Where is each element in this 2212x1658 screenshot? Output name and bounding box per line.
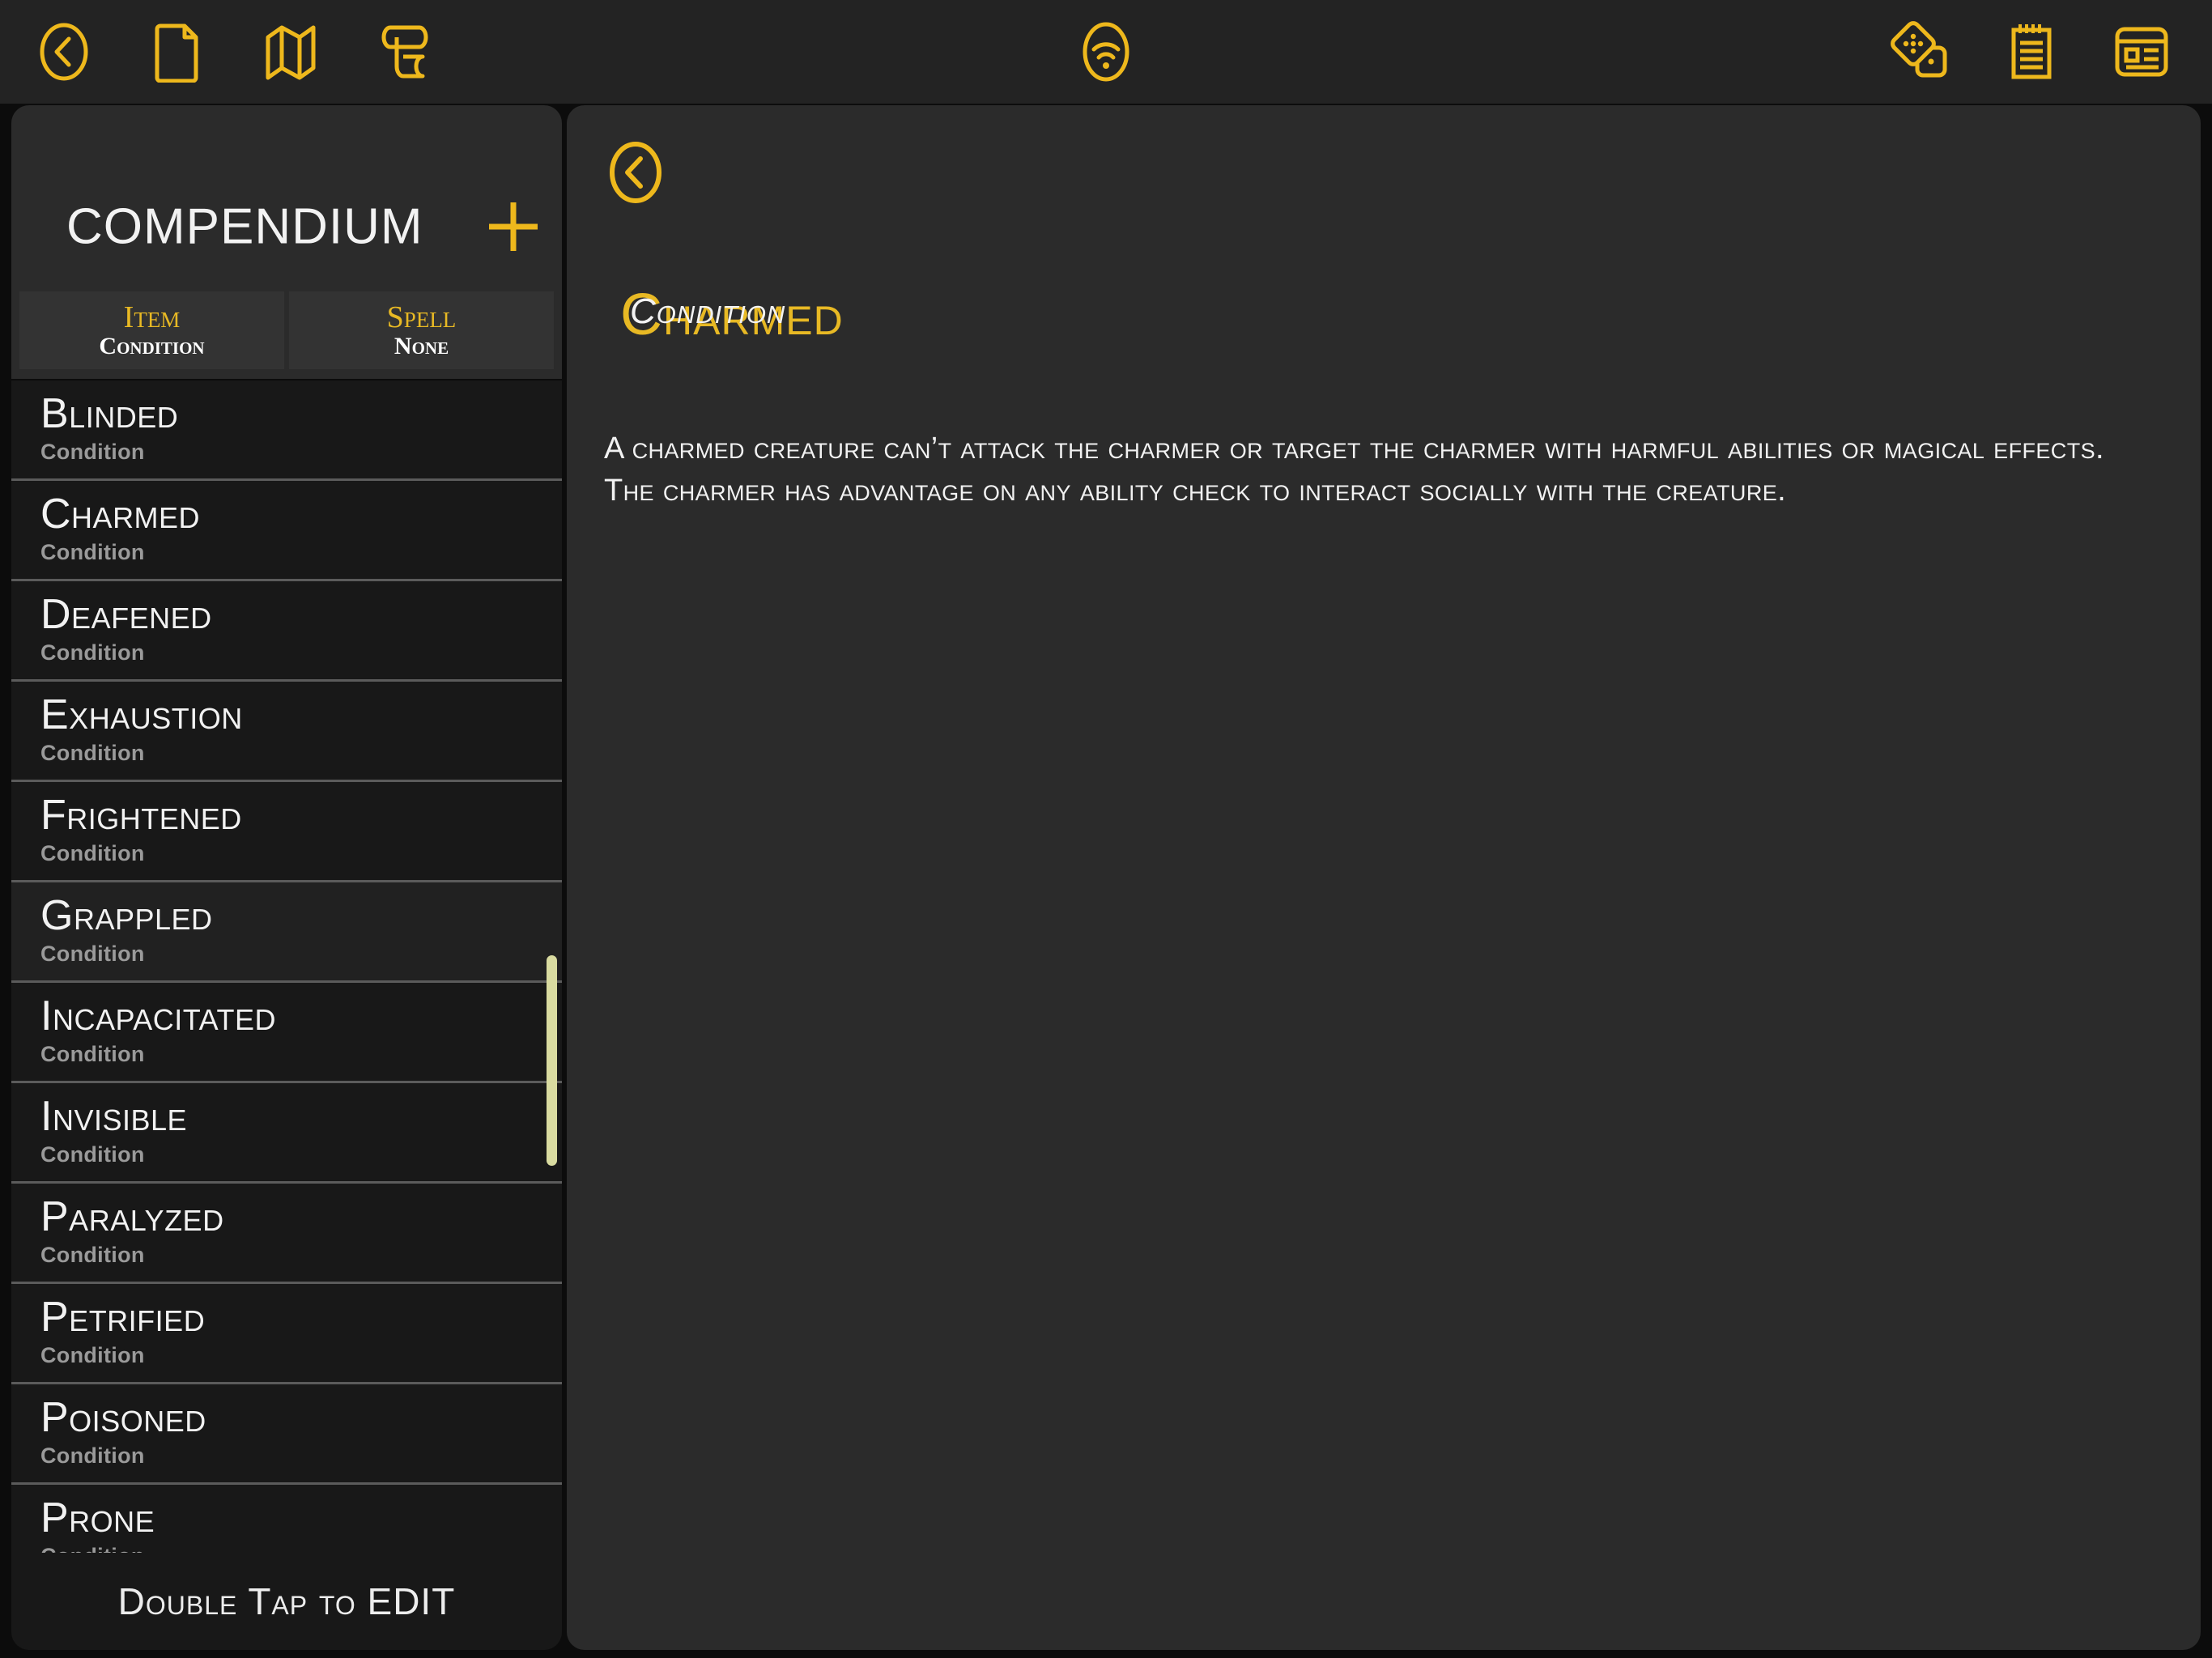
list-item[interactable]: Invisible Condition xyxy=(11,1083,562,1184)
list-item-name: Deafened xyxy=(40,591,212,638)
list-item-type: Condition xyxy=(40,1141,145,1167)
wifi-icon[interactable] xyxy=(1058,7,1154,96)
list-item[interactable]: Grappled Condition xyxy=(11,882,562,983)
toolbar-center-group xyxy=(1058,7,1154,96)
list-item-name: Paralyzed xyxy=(40,1193,224,1240)
detail-paragraph: A charmed creature can’t attack the char… xyxy=(604,432,2104,466)
list-item-name: Poisoned xyxy=(40,1394,206,1441)
list-item-type: Condition xyxy=(40,1342,145,1367)
sidebar-header: COMPENDIUM Item Condition Spell None xyxy=(11,105,562,379)
list-rows: Blinded Condition Charmed Condition Deafened… xyxy=(11,380,562,1585)
list-item[interactable]: Deafened Condition xyxy=(11,581,562,682)
list-item[interactable]: Exhaustion Condition xyxy=(11,682,562,782)
list-item-type: Condition xyxy=(40,840,145,865)
list-scrollbar[interactable] xyxy=(547,955,557,1166)
list-item-type: Condition xyxy=(40,1242,145,1267)
back-icon[interactable] xyxy=(16,7,112,96)
scroll-icon[interactable] xyxy=(356,7,452,96)
filter-spell-value: None xyxy=(393,333,449,359)
top-toolbar xyxy=(0,0,2212,104)
list-item-name: Incapacitated xyxy=(40,993,276,1039)
list-item-name: Frightened xyxy=(40,792,242,839)
list-item[interactable]: Petrified Condition xyxy=(11,1284,562,1384)
edit-hint-bar: Double Tap to EDIT xyxy=(11,1553,562,1650)
card-icon[interactable] xyxy=(2094,7,2189,96)
detail-body: A charmed creature can’t attack the char… xyxy=(604,427,2167,512)
list-item-name: Blinded xyxy=(40,390,179,437)
list-item[interactable]: Charmed Condition xyxy=(11,481,562,581)
filter-spell-kind: Spell xyxy=(386,300,457,334)
add-button[interactable] xyxy=(477,190,550,263)
detail-panel: Charmed Condition A charmed creature can… xyxy=(567,105,2201,1650)
list-item-type: Condition xyxy=(40,740,145,765)
list-item[interactable]: Paralyzed Condition xyxy=(11,1184,562,1284)
compendium-list[interactable]: Blinded Condition Charmed Condition Deafened… xyxy=(11,380,562,1650)
list-item-type: Condition xyxy=(40,640,145,665)
filter-spell-button[interactable]: Spell None xyxy=(289,291,554,369)
list-item-name: Grappled xyxy=(40,892,213,939)
list-item-type: Condition xyxy=(40,1443,145,1468)
filter-item-kind: Item xyxy=(123,300,181,334)
list-item-name: Exhaustion xyxy=(40,691,243,738)
filter-row: Item Condition Spell None xyxy=(19,291,554,369)
list-item-name: Petrified xyxy=(40,1294,206,1341)
list-item-name: Charmed xyxy=(40,491,201,538)
dice-icon[interactable] xyxy=(1874,7,1969,96)
filter-item-button[interactable]: Item Condition xyxy=(19,291,284,369)
toolbar-left-group xyxy=(16,7,452,96)
list-item-type: Condition xyxy=(40,539,145,564)
list-item-name: Invisible xyxy=(40,1093,188,1140)
map-icon[interactable] xyxy=(243,7,338,96)
toolbar-right-group xyxy=(1874,7,2189,96)
notepad-icon[interactable] xyxy=(1984,7,2079,96)
list-item[interactable]: Poisoned Condition xyxy=(11,1384,562,1485)
edit-hint-label: Double Tap to EDIT xyxy=(117,1580,456,1622)
page-title: COMPENDIUM xyxy=(66,198,423,255)
detail-subtitle: Condition xyxy=(630,291,786,331)
list-item[interactable]: Frightened Condition xyxy=(11,782,562,882)
detail-back-icon[interactable] xyxy=(601,138,670,207)
compendium-sidebar: COMPENDIUM Item Condition Spell None Bli… xyxy=(11,105,562,1650)
document-icon[interactable] xyxy=(130,7,225,96)
list-item-name: Prone xyxy=(40,1494,155,1541)
list-item[interactable]: Incapacitated Condition xyxy=(11,983,562,1083)
detail-paragraph: The charmer has advantage on any ability… xyxy=(604,474,1787,508)
filter-item-value: Condition xyxy=(99,333,205,359)
list-item-type: Condition xyxy=(40,439,145,464)
list-item-type: Condition xyxy=(40,1041,145,1066)
list-item-type: Condition xyxy=(40,941,145,966)
list-item[interactable]: Blinded Condition xyxy=(11,380,562,481)
